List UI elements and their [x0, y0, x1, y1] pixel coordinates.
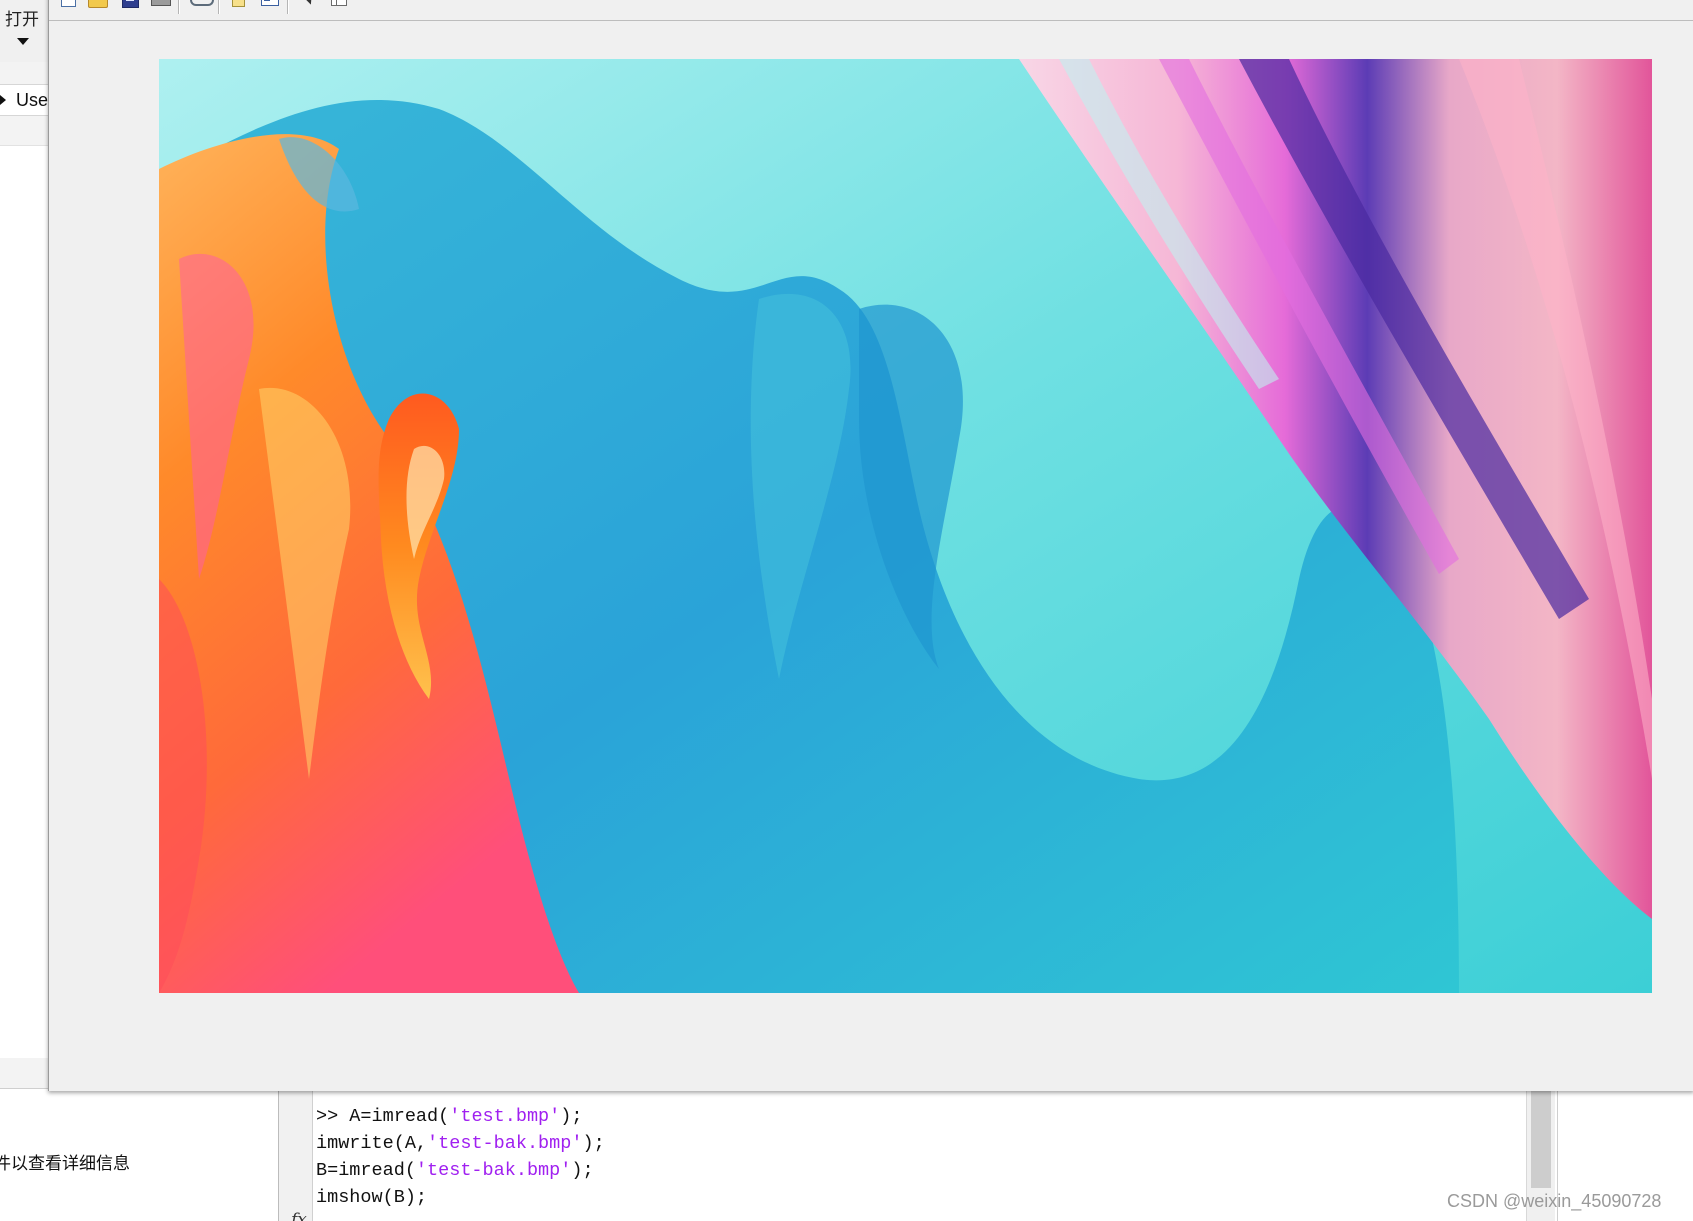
property-inspector-icon[interactable]: [327, 0, 349, 12]
details-panel: 件以查看详细信息: [0, 1088, 279, 1221]
details-hint-text: 件以查看详细信息: [0, 1154, 130, 1173]
current-folder-panel: 打开 Use: [0, 0, 48, 1221]
open-file-icon[interactable]: [86, 0, 108, 12]
current-folder-path-text: Use: [16, 90, 49, 110]
scrollbar-thumb[interactable]: [1531, 1088, 1551, 1188]
print-figure-icon[interactable]: [149, 0, 171, 12]
code-token: >> A=imread(: [316, 1106, 450, 1127]
file-list[interactable]: [0, 145, 48, 1058]
toolbar-separator: [218, 0, 220, 14]
command-line: >> A=imread('test.bmp');: [316, 1103, 605, 1130]
command-history-lines[interactable]: >> A=imread('test.bmp'); imwrite(A,'test-…: [316, 1103, 605, 1211]
watermark-text: CSDN @weixin_45090728: [1447, 1191, 1662, 1211]
string-literal: 'test-bak.bmp': [415, 1160, 572, 1181]
figure-toolbar: [49, 0, 1693, 21]
figure-axes-image[interactable]: [159, 59, 1652, 993]
command-line: imwrite(A,'test-bak.bmp');: [316, 1130, 605, 1157]
code-token: );: [582, 1133, 605, 1154]
code-token: );: [560, 1106, 583, 1127]
open-button[interactable]: 打开: [0, 0, 48, 62]
insert-colorbar-icon[interactable]: [227, 0, 249, 12]
chevron-right-icon: [0, 95, 6, 105]
chevron-down-icon: [17, 38, 29, 45]
figure-window[interactable]: [48, 0, 1693, 1091]
link-plot-icon[interactable]: [189, 0, 214, 12]
toolbar-separator: [178, 0, 180, 14]
command-line: B=imread('test-bak.bmp');: [316, 1157, 605, 1184]
current-folder-path-bar[interactable]: Use: [0, 84, 48, 116]
displayed-image: [159, 59, 1652, 993]
function-browser-icon[interactable]: fx: [291, 1210, 307, 1221]
new-figure-icon[interactable]: [56, 0, 78, 12]
matlab-desktop: 打开 Use 件以查看详细信息 fx >> A=imread('test.bmp…: [0, 0, 1693, 1221]
insert-legend-icon[interactable]: [258, 0, 280, 12]
edit-plot-cursor-icon[interactable]: [297, 0, 319, 12]
code-token: imwrite(A,: [316, 1133, 428, 1154]
code-token: B=imread(: [316, 1160, 416, 1181]
open-button-label: 打开: [5, 10, 39, 29]
code-token: );: [571, 1160, 594, 1181]
string-literal: 'test-bak.bmp': [427, 1133, 583, 1154]
toolbar-separator: [287, 0, 289, 14]
code-token: imshow(B);: [316, 1187, 428, 1208]
save-figure-icon[interactable]: [118, 0, 140, 12]
command-line: imshow(B);: [316, 1184, 605, 1211]
string-literal: 'test.bmp': [449, 1106, 561, 1127]
command-window-gutter: fx: [279, 1088, 313, 1221]
